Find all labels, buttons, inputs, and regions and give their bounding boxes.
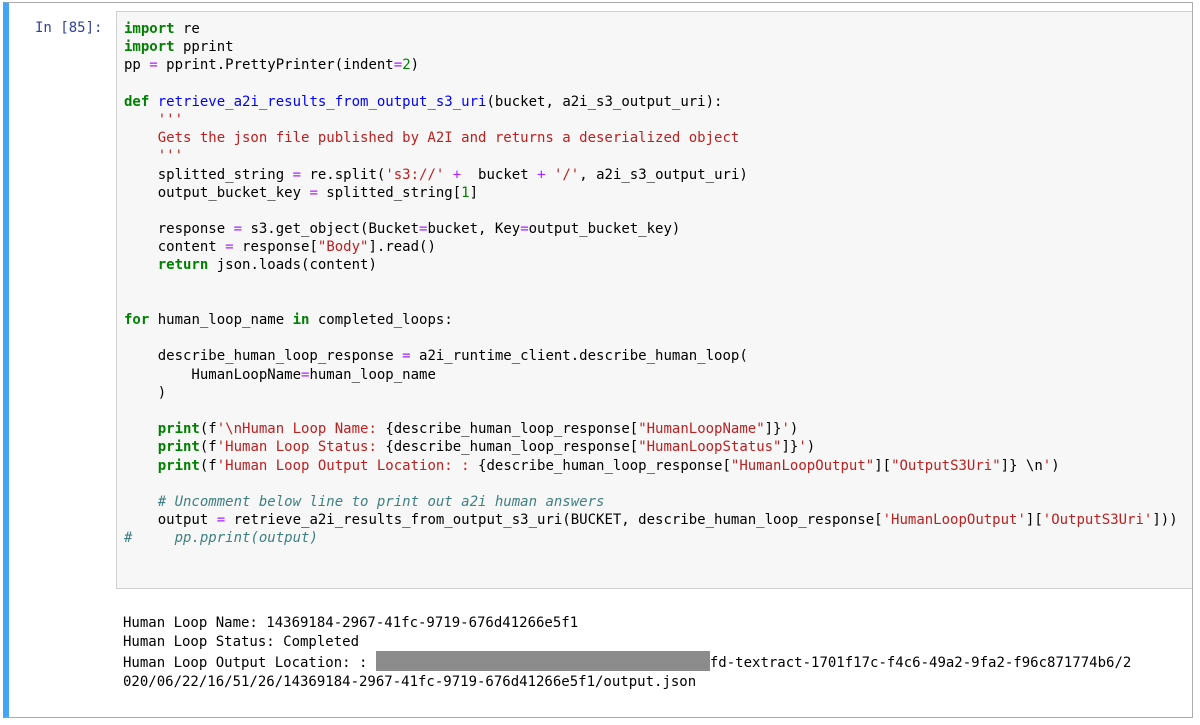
- builtin-print: print: [157, 457, 200, 474]
- code-line-10: output_bucket_key = splitted_string[1]: [124, 184, 479, 201]
- code-line-2: import pprint: [124, 39, 234, 56]
- code-line-13: content = response["Body"].read(): [124, 239, 436, 256]
- code-line-12: response = s3.get_object(Bucket=bucket, …: [124, 221, 681, 238]
- keyword: import: [124, 39, 175, 56]
- redacted-block: [375, 651, 710, 671]
- code-line-6: ''': [124, 111, 184, 128]
- builtin-print: print: [157, 439, 200, 456]
- code-block: import re import pprint pp = pprint.Pretty…: [124, 20, 1178, 547]
- code-line-25: print(f'Human Loop Output Location: : {d…: [157, 457, 1060, 474]
- code-line-14: return json.loads(content): [157, 257, 377, 274]
- code-comment: pp.pprint(output): [174, 530, 318, 547]
- code-line-19: describe_human_loop_response = a2i_runti…: [124, 348, 748, 365]
- input-prompt: In [85]:: [35, 20, 103, 36]
- code-line-21: ): [124, 384, 167, 401]
- code-line-20: HumanLoopName=human_loop_name: [124, 366, 436, 383]
- code-line-1: import re: [124, 21, 200, 37]
- code-line-7: Gets the json file published by A2I and …: [124, 129, 1178, 147]
- code-line-29: # pp.pprint(output): [124, 530, 318, 547]
- code-line-3: pp = pprint.PrettyPrinter(indent=2): [124, 57, 420, 74]
- output-line-4: 020/06/22/16/51/26/14369184-2967-41fc-97…: [123, 673, 697, 690]
- code-line-27: # Uncomment below line to print out a2i …: [124, 493, 1178, 511]
- cell-output: Human Loop Name: 14369184-2967-41fc-9719…: [123, 614, 1131, 691]
- code-line-5: def retrieve_a2i_results_from_output_s3_…: [124, 93, 723, 110]
- output-line-1: Human Loop Name: 14369184-2967-41fc-9719…: [123, 615, 579, 631]
- code-line-9: splitted_string = re.split('s3://' + buc…: [124, 166, 748, 183]
- code-line-8: ''': [124, 148, 184, 165]
- docstring: Gets the json file published by A2I and …: [124, 130, 740, 147]
- code-line-24: print(f'Human Loop Status: {describe_hum…: [157, 439, 816, 456]
- builtin-print: print: [157, 421, 200, 438]
- code-line-23: print(f'\nHuman Loop Name: {describe_hum…: [157, 421, 799, 438]
- code-comment: # Uncomment below line to print out a2i …: [157, 493, 605, 510]
- output-line-2: Human Loop Status: Completed: [123, 633, 360, 650]
- output-line-3-prefix: Human Loop Output Location: :: [123, 655, 376, 671]
- notebook-code-cell[interactable]: In [85]: import re import pprint pp = ppri…: [3, 2, 1193, 718]
- code-line-17: for human_loop_name in completed_loops:: [124, 312, 453, 328]
- function-name: retrieve_a2i_results_from_output_s3_uri: [157, 93, 487, 110]
- code-line-28: output = retrieve_a2i_results_from_outpu…: [124, 512, 1178, 529]
- keyword: import: [124, 21, 175, 37]
- code-editor[interactable]: import re import pprint pp = pprint.Pretty…: [116, 11, 1192, 589]
- output-line-3-suffix: fd-textract-1701f17c-f4c6-49a2-9fa2-f96c…: [709, 655, 1132, 671]
